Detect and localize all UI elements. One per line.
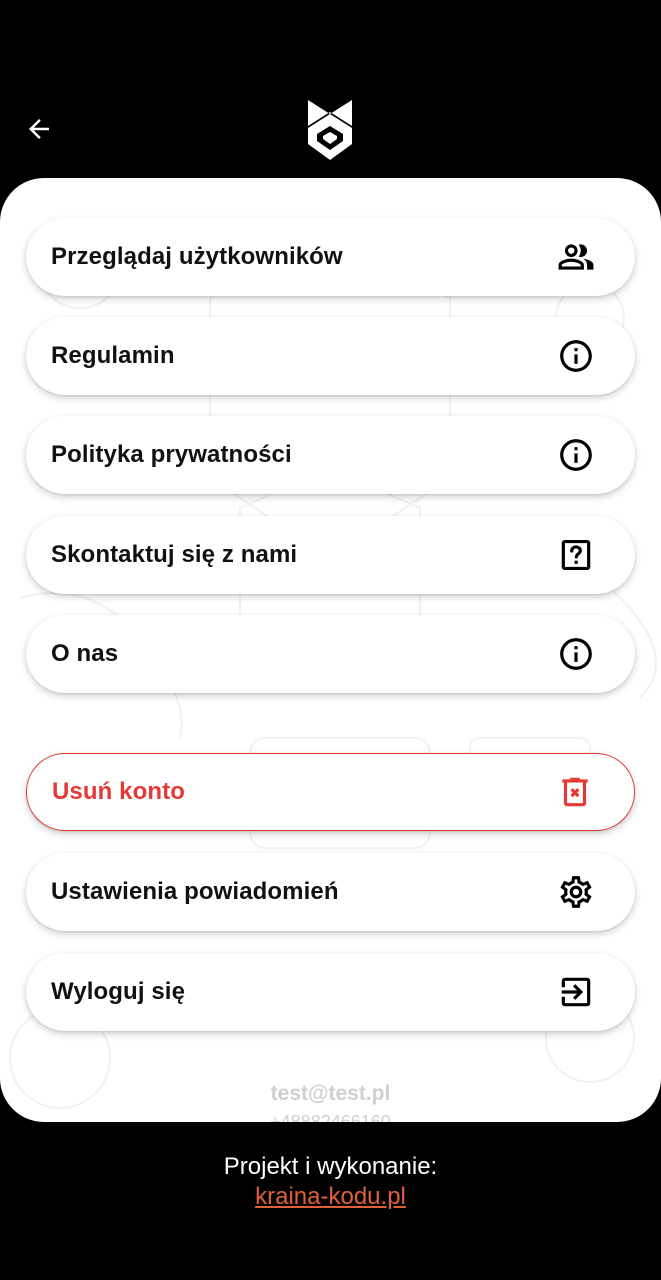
menu-item-label: Wyloguj się [51, 978, 186, 1005]
menu-item-about-us[interactable]: O nas [26, 615, 635, 693]
menu-item-label: O nas [51, 640, 119, 667]
menu-panel: Przeglądaj użytkowników Regulamin Polity… [0, 178, 661, 1122]
delete-account-button[interactable]: Usuń konto [26, 753, 635, 831]
menu-item-label: Ustawienia powiadomień [51, 878, 339, 905]
credit-text: Projekt i wykonanie: [223, 1153, 438, 1180]
menu-item-contact-us[interactable]: Skontaktuj się z nami [26, 516, 635, 594]
menu-item-label: Usuń konto [52, 778, 185, 805]
gear-icon [557, 873, 595, 911]
menu-item-notification-settings[interactable]: Ustawienia powiadomień [26, 853, 635, 931]
credit-link[interactable]: kraina-kodu.pl [0, 1183, 661, 1211]
info-icon [557, 337, 595, 375]
menu-item-label: Regulamin [51, 342, 175, 369]
header [0, 0, 661, 178]
back-button[interactable] [20, 110, 58, 148]
logout-icon [557, 973, 595, 1011]
app-screen: Przeglądaj użytkowników Regulamin Polity… [0, 0, 661, 1280]
question-box-icon [557, 536, 595, 574]
user-phone: +48882466160 [270, 1112, 391, 1122]
menu-item-browse-users[interactable]: Przeglądaj użytkowników [26, 218, 635, 296]
info-icon [557, 635, 595, 673]
users-icon [557, 238, 595, 276]
info-icon [557, 436, 595, 474]
menu-item-label: Przeglądaj użytkowników [51, 243, 343, 270]
menu-item-label: Polityka prywatności [51, 441, 292, 468]
shield-logo [308, 100, 352, 160]
menu-item-privacy-policy[interactable]: Polityka prywatności [26, 416, 635, 494]
arrow-left-icon [29, 119, 49, 139]
logout-button[interactable]: Wyloguj się [26, 953, 635, 1031]
menu-item-label: Skontaktuj się z nami [51, 541, 298, 568]
menu-item-terms[interactable]: Regulamin [26, 317, 635, 395]
user-email: test@test.pl [270, 1082, 391, 1105]
trash-icon [556, 773, 594, 811]
